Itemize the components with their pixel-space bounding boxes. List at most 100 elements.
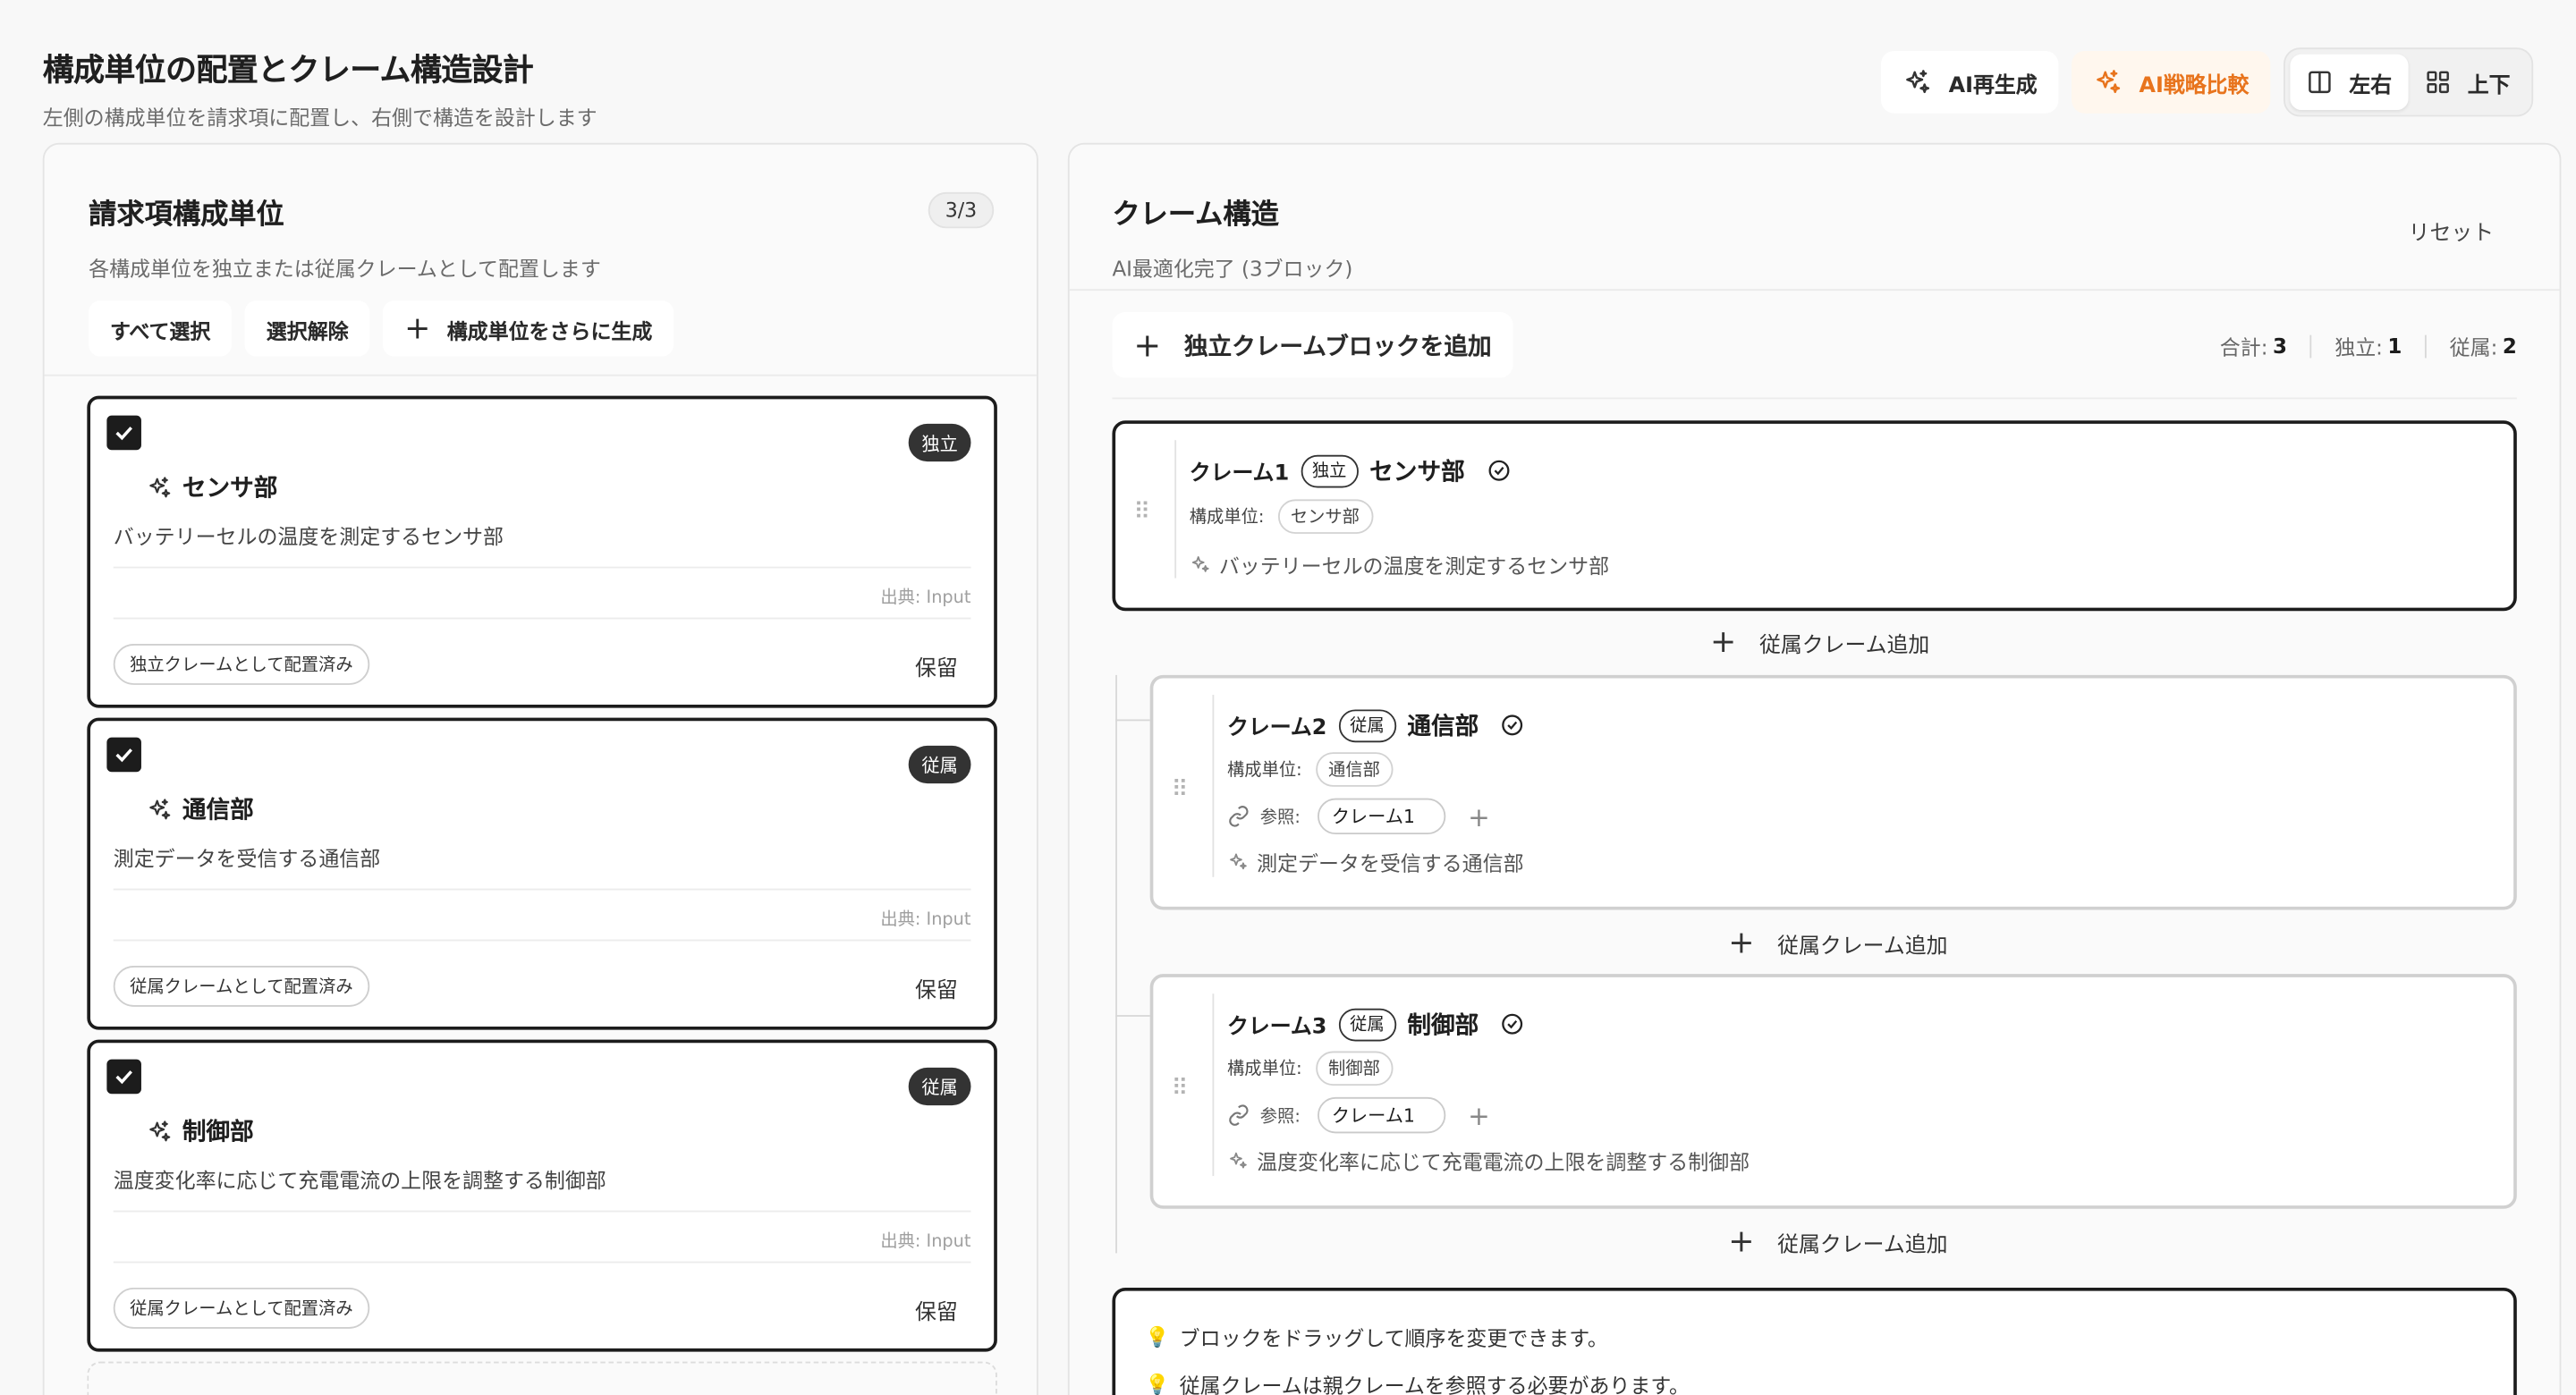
add-dependent-claim-label: 従属クレーム追加	[1777, 1226, 1947, 1257]
page-title: 構成単位の配置とクレーム構造設計	[43, 46, 597, 90]
reference-select[interactable]: クレーム1	[1317, 799, 1445, 834]
unit-type-badge: 従属	[909, 746, 971, 783]
empty-unit-placeholder	[87, 1362, 997, 1395]
tree-connector	[1115, 1015, 1150, 1017]
layout-top-bottom-button[interactable]: 上下	[2409, 55, 2527, 110]
divider	[2310, 334, 2312, 358]
ai-compare-button[interactable]: AI戦略比較	[2072, 51, 2270, 114]
ai-regenerate-button[interactable]: AI再生成	[1881, 51, 2058, 114]
add-independent-block-button[interactable]: + 独立クレームブロックを追加	[1112, 312, 1513, 377]
claim-title: クレーム1 独立 センサ部	[1190, 453, 1511, 488]
divider	[114, 1262, 971, 1264]
reference-select[interactable]: クレーム1	[1317, 1097, 1445, 1133]
unit-source: 出典: Input	[880, 1229, 970, 1254]
generate-more-button[interactable]: +構成単位をさらに生成	[383, 300, 674, 356]
lightbulb-icon: 💡	[1145, 1324, 1169, 1348]
check-circle-icon	[1500, 1011, 1525, 1036]
plus-icon: +	[1133, 326, 1161, 365]
unit-source: 出典: Input	[880, 907, 970, 932]
plus-icon: +	[1728, 925, 1754, 960]
claim-units: 構成単位: センサ部	[1190, 499, 1373, 534]
columns-icon	[2307, 69, 2333, 95]
claim-description-text: 温度変化率に応じて充電電流の上限を調整する制御部	[1257, 1145, 1750, 1176]
claim-stats: 合計:3 独立:1 従属:2	[2220, 330, 2517, 361]
divider	[114, 618, 971, 620]
claim-type-badge: 従属	[1338, 709, 1395, 742]
unit-card[interactable]: 従属 制御部 温度変化率に応じて充電電流の上限を調整する制御部 出典: Inpu…	[87, 1040, 997, 1352]
divider	[2425, 334, 2427, 358]
add-reference-button[interactable]: +	[1468, 1100, 1490, 1131]
add-dependent-claim-button[interactable]: + 従属クレーム追加	[1728, 1223, 1947, 1259]
claim-reference: 参照: クレーム1 +	[1227, 799, 1490, 834]
claim-description: バッテリーセルの温度を測定するセンサ部	[1190, 548, 1609, 579]
claim-structure-title: クレーム構造	[1112, 190, 1352, 232]
layout-top-bottom-label: 上下	[2468, 66, 2511, 97]
unit-description: 温度変化率に応じて充電電流の上限を調整する制御部	[114, 1162, 606, 1194]
unit-checkbox[interactable]	[106, 1060, 141, 1095]
sparkle-icon	[1227, 850, 1249, 872]
sparkle-icon	[1902, 67, 1932, 97]
plus-icon: +	[404, 310, 430, 346]
drag-handle-icon[interactable]: ⠿	[1172, 1076, 1189, 1102]
divider	[1112, 397, 2516, 399]
add-dependent-claim-label: 従属クレーム追加	[1759, 627, 1929, 658]
divider	[114, 940, 971, 942]
unit-name: 通信部	[146, 791, 253, 826]
stat-total: 3	[2273, 334, 2287, 359]
check-circle-icon	[1487, 458, 1512, 483]
claim-structure-header: クレーム構造 AI最適化完了 (3ブロック)	[1112, 190, 1352, 283]
unit-card[interactable]: 従属 通信部 測定データを受信する通信部 出典: Input 従属クレームとして…	[87, 718, 997, 1030]
claim-units-panel: 請求項構成単位 各構成単位を独立または従属クレームとして配置します 3/3 すべ…	[43, 143, 1038, 1395]
unit-checkbox[interactable]	[106, 416, 141, 451]
stat-independent-label: 独立:	[2334, 330, 2383, 361]
claim-structure-panel: クレーム構造 AI最適化完了 (3ブロック) リセット + 独立クレームブロック…	[1068, 143, 2562, 1395]
reset-button[interactable]: リセット	[2409, 216, 2495, 247]
tree-connector	[1115, 719, 1150, 721]
units-label: 構成単位:	[1227, 1056, 1302, 1081]
claim-number: クレーム3	[1227, 1009, 1326, 1040]
unit-chip: 通信部	[1315, 752, 1393, 787]
hold-button[interactable]: 保留	[915, 972, 958, 1003]
add-dependent-claim-button[interactable]: + 従属クレーム追加	[1728, 925, 1947, 960]
stat-independent: 1	[2387, 334, 2402, 359]
add-dependent-claim-button[interactable]: + 従属クレーム追加	[1710, 624, 1929, 660]
layout-left-right-button[interactable]: 左右	[2290, 55, 2408, 110]
drag-handle-icon[interactable]: ⠿	[1133, 499, 1150, 525]
link-icon	[1227, 1103, 1250, 1127]
sparkle-icon	[146, 1118, 172, 1144]
divider	[114, 889, 971, 891]
deselect-label: 選択解除	[267, 313, 349, 344]
claim-description-text: 測定データを受信する通信部	[1257, 846, 1523, 877]
check-icon	[112, 420, 137, 445]
stat-dependent-label: 従属:	[2450, 330, 2498, 361]
page: 構成単位の配置とクレーム構造設計 左側の構成単位を請求項に配置し、右側で構造を設…	[0, 0, 2576, 1395]
unit-card[interactable]: 独立 センサ部 バッテリーセルの温度を測定するセンサ部 出典: Input 独立…	[87, 396, 997, 708]
tip-item: 💡従属クレームは親クレームを参照する必要があります。	[1145, 1368, 2484, 1395]
claim-description-text: バッテリーセルの温度を測定するセンサ部	[1219, 548, 1609, 579]
unit-name: センサ部	[146, 469, 277, 504]
select-all-button[interactable]: すべて選択	[89, 300, 232, 356]
drag-handle-icon[interactable]: ⠿	[1172, 777, 1189, 803]
unit-status-pill: 従属クレームとして配置済み	[114, 966, 369, 1007]
unit-name-label: 通信部	[182, 791, 254, 826]
claim-units-header: 請求項構成単位 各構成単位を独立または従属クレームとして配置します	[89, 190, 601, 283]
divider	[1212, 695, 1214, 877]
claim-reference: 参照: クレーム1 +	[1227, 1097, 1490, 1133]
deselect-button[interactable]: 選択解除	[245, 300, 370, 356]
claim-title: クレーム3 従属 制御部	[1227, 1007, 1525, 1042]
claim-name: 制御部	[1407, 1007, 1479, 1042]
add-reference-button[interactable]: +	[1468, 800, 1490, 832]
hold-button[interactable]: 保留	[915, 1294, 958, 1325]
unit-description: バッテリーセルの温度を測定するセンサ部	[114, 519, 504, 550]
claim-units: 構成単位: 制御部	[1227, 1051, 1394, 1086]
reference-label: 参照:	[1260, 1103, 1301, 1128]
claim-block[interactable]: ⠿ クレーム2 従属 通信部 構成単位: 通信部 参照: クレーム1 + 測定デ…	[1150, 675, 2517, 910]
claim-block[interactable]: ⠿ クレーム3 従属 制御部 構成単位: 制御部 参照: クレーム1 + 温度変…	[1150, 974, 2517, 1209]
claim-description: 温度変化率に応じて充電電流の上限を調整する制御部	[1227, 1145, 1750, 1176]
claim-block[interactable]: ⠿ クレーム1 独立 センサ部 構成単位: センサ部 バッテリーセルの温度を測定…	[1112, 420, 2516, 611]
unit-chip: センサ部	[1277, 499, 1373, 534]
hold-button[interactable]: 保留	[915, 650, 958, 681]
unit-checkbox[interactable]	[106, 738, 141, 773]
claim-number: クレーム1	[1190, 455, 1289, 486]
divider	[1070, 289, 2560, 291]
